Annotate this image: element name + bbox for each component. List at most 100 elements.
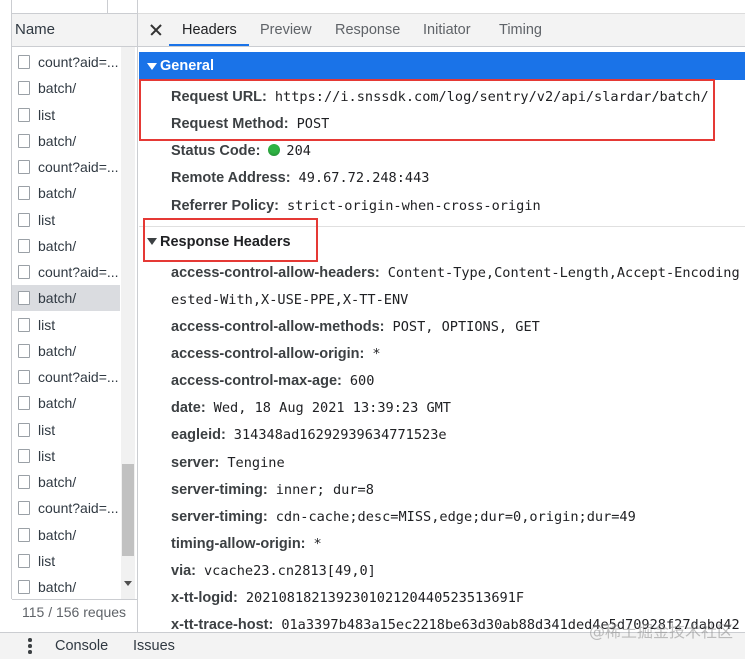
- request-row[interactable]: batch/: [12, 233, 120, 259]
- tab-initiator[interactable]: Initiator: [423, 14, 471, 46]
- file-icon: [18, 133, 30, 148]
- response-header-row: server: Tengine: [171, 449, 745, 476]
- request-count-text: 115 / 156 reques: [22, 604, 127, 620]
- general-row: Remote Address: 49.67.72.248:443: [171, 164, 745, 191]
- request-row[interactable]: list: [12, 443, 120, 469]
- request-name: list: [38, 211, 56, 228]
- highlight-box-response-headers: [143, 218, 318, 262]
- request-name: batch/: [38, 185, 77, 202]
- highlight-box-request: [139, 79, 715, 141]
- response-header-value-continued: ested-With,X-USE-PPE,X-TT-ENV: [171, 291, 409, 308]
- general-section-header[interactable]: General: [139, 52, 745, 80]
- list-scrollbar-thumb[interactable]: [122, 464, 134, 556]
- response-header-value: 202108182139230102120440523513691F: [245, 590, 525, 607]
- response-header-name: via:: [171, 563, 196, 580]
- request-name: count?aid=...: [38, 500, 119, 517]
- drawer-tab-console[interactable]: Console: [55, 633, 108, 659]
- tab-headers[interactable]: Headers: [182, 14, 237, 46]
- file-icon: [18, 396, 30, 411]
- request-name: count?aid=...: [38, 264, 119, 280]
- request-name: list: [38, 552, 56, 569]
- request-count-status: 115 / 156 reques: [12, 599, 137, 632]
- response-header-value: Content-Type,Content-Length,Accept-Encod…: [387, 264, 740, 281]
- request-row[interactable]: list: [12, 417, 120, 443]
- request-name: count?aid=...: [38, 369, 119, 385]
- file-icon: [18, 265, 30, 279]
- request-row[interactable]: count?aid=...: [12, 364, 120, 390]
- request-row[interactable]: batch/: [12, 180, 120, 206]
- response-header-name: x-tt-logid:: [171, 590, 238, 607]
- tab-preview[interactable]: Preview: [260, 14, 312, 46]
- request-row[interactable]: list: [12, 312, 120, 338]
- response-header-row: x-tt-logid: 20210818213923010212044052351…: [171, 584, 745, 611]
- response-header-name: access-control-allow-origin:: [171, 345, 365, 362]
- request-name: batch/: [38, 132, 77, 149]
- response-header-row: eagleid: 314348ad16292939634771523e: [171, 421, 745, 448]
- response-header-row: server-timing: cdn-cache;desc=MISS,edge;d…: [171, 503, 745, 530]
- request-detail-panel: Headers Preview Response Initiator Timing Ge…: [138, 0, 745, 632]
- request-row[interactable]: batch/: [12, 390, 120, 416]
- request-name: count?aid=...: [38, 54, 119, 70]
- request-row[interactable]: list: [12, 207, 120, 233]
- general-row-label: Status Code:: [171, 143, 261, 159]
- response-header-value: *: [313, 536, 322, 552]
- general-row-label: Remote Address:: [171, 170, 291, 187]
- request-row[interactable]: batch/: [12, 574, 120, 599]
- request-row[interactable]: list: [12, 102, 120, 128]
- request-row[interactable]: list: [12, 548, 120, 574]
- request-name: batch/: [38, 80, 77, 97]
- response-header-row-continued: ested-With,X-USE-PPE,X-TT-ENV: [171, 286, 745, 313]
- request-name: batch/: [38, 395, 77, 412]
- file-icon: [18, 55, 30, 69]
- request-row[interactable]: batch/: [12, 522, 120, 548]
- response-header-name: server-timing:: [171, 481, 268, 498]
- column-divider: [107, 0, 108, 13]
- request-row[interactable]: batch/: [12, 469, 120, 495]
- file-icon: [18, 212, 30, 227]
- response-header-name: access-control-allow-headers:: [171, 264, 380, 281]
- request-name: batch/: [38, 237, 77, 254]
- request-name: batch/: [38, 474, 77, 490]
- request-name: batch/: [38, 342, 77, 359]
- close-icon[interactable]: [150, 24, 162, 36]
- request-row[interactable]: count?aid=...: [12, 495, 120, 521]
- response-header-row: access-control-allow-headers: Content-Typ…: [171, 259, 745, 286]
- response-header-name: date:: [171, 400, 206, 417]
- watermark: @稀土掘金技术社区: [589, 622, 734, 641]
- request-name: list: [38, 106, 56, 123]
- more-vert-icon[interactable]: [28, 638, 32, 654]
- drawer-tab-issues[interactable]: Issues: [133, 633, 175, 659]
- request-row[interactable]: count?aid=...: [12, 49, 120, 75]
- response-header-row: via: vcache23.cn2813[49,0]: [171, 557, 745, 584]
- tab-timing[interactable]: Timing: [499, 14, 542, 46]
- request-row[interactable]: batch/: [12, 128, 120, 154]
- file-icon: [18, 527, 30, 542]
- response-header-name: x-tt-trace-host:: [171, 617, 274, 632]
- column-header-strip: [12, 0, 137, 14]
- response-header-row: server-timing: inner; dur=8: [171, 476, 745, 503]
- response-header-name: eagleid:: [171, 427, 226, 444]
- file-icon: [18, 501, 30, 516]
- file-icon: [18, 553, 30, 568]
- name-column-label: Name: [15, 21, 56, 38]
- request-row[interactable]: batch/: [12, 338, 120, 364]
- request-row[interactable]: count?aid=...: [12, 259, 120, 285]
- scroll-down-arrow-icon[interactable]: [124, 581, 132, 586]
- response-header-value: inner; dur=8: [275, 481, 374, 498]
- response-header-value: 600: [349, 373, 375, 390]
- request-row[interactable]: count?aid=...: [12, 154, 120, 180]
- response-header-row: access-control-max-age: 600: [171, 367, 745, 394]
- general-row: Status Code: 204: [171, 137, 745, 164]
- devtools-network-panel: Name count?aid=... batch/list batch/count?…: [0, 0, 745, 659]
- request-row[interactable]: batch/: [12, 75, 120, 101]
- name-column-header[interactable]: Name: [12, 14, 137, 47]
- request-name: batch/: [38, 526, 77, 543]
- request-name: list: [38, 316, 56, 333]
- response-header-row: date: Wed, 18 Aug 2021 13:39:23 GMT: [171, 394, 745, 421]
- file-icon: [18, 238, 30, 253]
- request-row[interactable]: batch/: [12, 285, 120, 312]
- request-name: list: [38, 447, 56, 464]
- tab-response[interactable]: Response: [335, 14, 400, 46]
- response-header-value: POST, OPTIONS, GET: [392, 318, 540, 335]
- file-icon: [18, 448, 30, 463]
